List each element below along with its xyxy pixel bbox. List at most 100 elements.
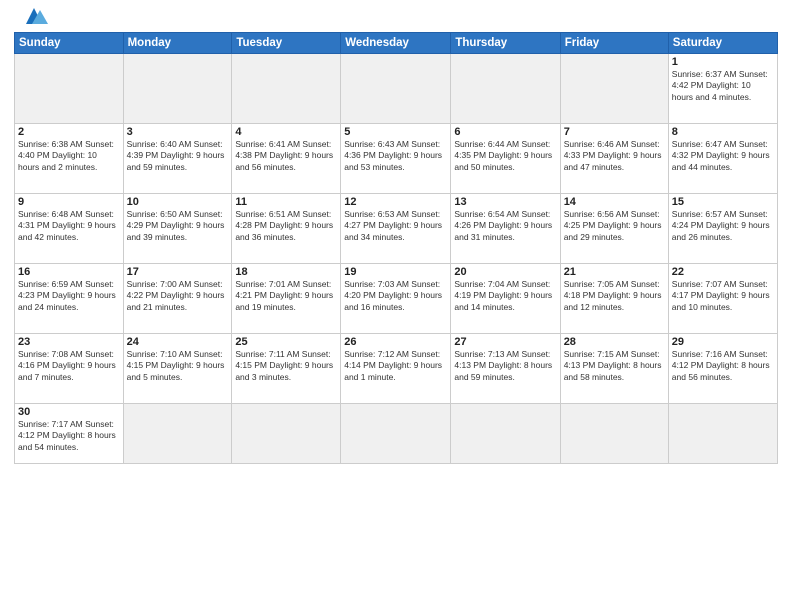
calendar-header-sunday: Sunday bbox=[15, 33, 124, 54]
day-number: 5 bbox=[344, 126, 447, 138]
calendar-week-row: 30Sunrise: 7:17 AM Sunset: 4:12 PM Dayli… bbox=[15, 404, 778, 464]
day-number: 25 bbox=[235, 336, 337, 348]
day-number: 30 bbox=[18, 406, 120, 418]
calendar-cell: 17Sunrise: 7:00 AM Sunset: 4:22 PM Dayli… bbox=[123, 264, 232, 334]
calendar-header-saturday: Saturday bbox=[668, 33, 777, 54]
calendar-week-row: 1Sunrise: 6:37 AM Sunset: 4:42 PM Daylig… bbox=[15, 54, 778, 124]
calendar: SundayMondayTuesdayWednesdayThursdayFrid… bbox=[14, 32, 778, 464]
calendar-cell: 8Sunrise: 6:47 AM Sunset: 4:32 PM Daylig… bbox=[668, 124, 777, 194]
day-number: 8 bbox=[672, 126, 774, 138]
day-info: Sunrise: 6:37 AM Sunset: 4:42 PM Dayligh… bbox=[672, 69, 774, 103]
day-number: 24 bbox=[127, 336, 229, 348]
day-info: Sunrise: 6:44 AM Sunset: 4:35 PM Dayligh… bbox=[454, 139, 556, 173]
day-info: Sunrise: 6:43 AM Sunset: 4:36 PM Dayligh… bbox=[344, 139, 447, 173]
calendar-cell bbox=[451, 404, 560, 464]
calendar-cell: 16Sunrise: 6:59 AM Sunset: 4:23 PM Dayli… bbox=[15, 264, 124, 334]
calendar-cell bbox=[668, 404, 777, 464]
calendar-header-row: SundayMondayTuesdayWednesdayThursdayFrid… bbox=[15, 33, 778, 54]
day-info: Sunrise: 7:16 AM Sunset: 4:12 PM Dayligh… bbox=[672, 349, 774, 383]
logo-icon bbox=[16, 6, 48, 26]
calendar-cell bbox=[341, 54, 451, 124]
day-info: Sunrise: 6:50 AM Sunset: 4:29 PM Dayligh… bbox=[127, 209, 229, 243]
day-number: 13 bbox=[454, 196, 556, 208]
day-info: Sunrise: 6:46 AM Sunset: 4:33 PM Dayligh… bbox=[564, 139, 665, 173]
calendar-cell bbox=[232, 54, 341, 124]
day-number: 27 bbox=[454, 336, 556, 348]
day-info: Sunrise: 7:00 AM Sunset: 4:22 PM Dayligh… bbox=[127, 279, 229, 313]
day-number: 3 bbox=[127, 126, 229, 138]
calendar-cell bbox=[560, 404, 668, 464]
day-number: 21 bbox=[564, 266, 665, 278]
calendar-week-row: 2Sunrise: 6:38 AM Sunset: 4:40 PM Daylig… bbox=[15, 124, 778, 194]
day-info: Sunrise: 6:57 AM Sunset: 4:24 PM Dayligh… bbox=[672, 209, 774, 243]
calendar-cell: 9Sunrise: 6:48 AM Sunset: 4:31 PM Daylig… bbox=[15, 194, 124, 264]
day-number: 2 bbox=[18, 126, 120, 138]
day-number: 19 bbox=[344, 266, 447, 278]
day-info: Sunrise: 6:41 AM Sunset: 4:38 PM Dayligh… bbox=[235, 139, 337, 173]
day-info: Sunrise: 6:40 AM Sunset: 4:39 PM Dayligh… bbox=[127, 139, 229, 173]
day-info: Sunrise: 7:08 AM Sunset: 4:16 PM Dayligh… bbox=[18, 349, 120, 383]
calendar-cell: 6Sunrise: 6:44 AM Sunset: 4:35 PM Daylig… bbox=[451, 124, 560, 194]
day-info: Sunrise: 6:56 AM Sunset: 4:25 PM Dayligh… bbox=[564, 209, 665, 243]
day-info: Sunrise: 7:03 AM Sunset: 4:20 PM Dayligh… bbox=[344, 279, 447, 313]
day-info: Sunrise: 6:54 AM Sunset: 4:26 PM Dayligh… bbox=[454, 209, 556, 243]
day-info: Sunrise: 6:48 AM Sunset: 4:31 PM Dayligh… bbox=[18, 209, 120, 243]
day-info: Sunrise: 7:11 AM Sunset: 4:15 PM Dayligh… bbox=[235, 349, 337, 383]
logo-area bbox=[14, 10, 48, 26]
day-info: Sunrise: 7:12 AM Sunset: 4:14 PM Dayligh… bbox=[344, 349, 447, 383]
day-number: 6 bbox=[454, 126, 556, 138]
day-number: 20 bbox=[454, 266, 556, 278]
day-number: 4 bbox=[235, 126, 337, 138]
calendar-week-row: 16Sunrise: 6:59 AM Sunset: 4:23 PM Dayli… bbox=[15, 264, 778, 334]
calendar-header-wednesday: Wednesday bbox=[341, 33, 451, 54]
calendar-header-thursday: Thursday bbox=[451, 33, 560, 54]
page: SundayMondayTuesdayWednesdayThursdayFrid… bbox=[0, 0, 792, 612]
calendar-cell: 30Sunrise: 7:17 AM Sunset: 4:12 PM Dayli… bbox=[15, 404, 124, 464]
calendar-cell: 22Sunrise: 7:07 AM Sunset: 4:17 PM Dayli… bbox=[668, 264, 777, 334]
calendar-cell: 19Sunrise: 7:03 AM Sunset: 4:20 PM Dayli… bbox=[341, 264, 451, 334]
day-info: Sunrise: 6:53 AM Sunset: 4:27 PM Dayligh… bbox=[344, 209, 447, 243]
calendar-cell: 12Sunrise: 6:53 AM Sunset: 4:27 PM Dayli… bbox=[341, 194, 451, 264]
day-number: 12 bbox=[344, 196, 447, 208]
calendar-header-monday: Monday bbox=[123, 33, 232, 54]
calendar-cell: 13Sunrise: 6:54 AM Sunset: 4:26 PM Dayli… bbox=[451, 194, 560, 264]
calendar-cell bbox=[451, 54, 560, 124]
day-info: Sunrise: 7:05 AM Sunset: 4:18 PM Dayligh… bbox=[564, 279, 665, 313]
calendar-cell bbox=[232, 404, 341, 464]
calendar-cell bbox=[123, 404, 232, 464]
day-info: Sunrise: 7:10 AM Sunset: 4:15 PM Dayligh… bbox=[127, 349, 229, 383]
day-number: 28 bbox=[564, 336, 665, 348]
day-info: Sunrise: 6:51 AM Sunset: 4:28 PM Dayligh… bbox=[235, 209, 337, 243]
calendar-cell: 27Sunrise: 7:13 AM Sunset: 4:13 PM Dayli… bbox=[451, 334, 560, 404]
calendar-cell: 1Sunrise: 6:37 AM Sunset: 4:42 PM Daylig… bbox=[668, 54, 777, 124]
calendar-week-row: 9Sunrise: 6:48 AM Sunset: 4:31 PM Daylig… bbox=[15, 194, 778, 264]
calendar-header-friday: Friday bbox=[560, 33, 668, 54]
calendar-cell: 23Sunrise: 7:08 AM Sunset: 4:16 PM Dayli… bbox=[15, 334, 124, 404]
calendar-cell bbox=[341, 404, 451, 464]
calendar-cell bbox=[560, 54, 668, 124]
day-number: 10 bbox=[127, 196, 229, 208]
calendar-cell: 11Sunrise: 6:51 AM Sunset: 4:28 PM Dayli… bbox=[232, 194, 341, 264]
calendar-cell: 14Sunrise: 6:56 AM Sunset: 4:25 PM Dayli… bbox=[560, 194, 668, 264]
day-info: Sunrise: 7:07 AM Sunset: 4:17 PM Dayligh… bbox=[672, 279, 774, 313]
day-info: Sunrise: 6:38 AM Sunset: 4:40 PM Dayligh… bbox=[18, 139, 120, 173]
calendar-cell bbox=[123, 54, 232, 124]
calendar-cell: 25Sunrise: 7:11 AM Sunset: 4:15 PM Dayli… bbox=[232, 334, 341, 404]
calendar-cell: 21Sunrise: 7:05 AM Sunset: 4:18 PM Dayli… bbox=[560, 264, 668, 334]
calendar-cell: 15Sunrise: 6:57 AM Sunset: 4:24 PM Dayli… bbox=[668, 194, 777, 264]
header bbox=[14, 10, 778, 26]
calendar-cell: 28Sunrise: 7:15 AM Sunset: 4:13 PM Dayli… bbox=[560, 334, 668, 404]
day-number: 26 bbox=[344, 336, 447, 348]
calendar-cell: 26Sunrise: 7:12 AM Sunset: 4:14 PM Dayli… bbox=[341, 334, 451, 404]
day-info: Sunrise: 7:01 AM Sunset: 4:21 PM Dayligh… bbox=[235, 279, 337, 313]
calendar-cell: 20Sunrise: 7:04 AM Sunset: 4:19 PM Dayli… bbox=[451, 264, 560, 334]
day-number: 15 bbox=[672, 196, 774, 208]
calendar-header-tuesday: Tuesday bbox=[232, 33, 341, 54]
day-number: 22 bbox=[672, 266, 774, 278]
calendar-cell: 2Sunrise: 6:38 AM Sunset: 4:40 PM Daylig… bbox=[15, 124, 124, 194]
day-number: 23 bbox=[18, 336, 120, 348]
day-info: Sunrise: 7:13 AM Sunset: 4:13 PM Dayligh… bbox=[454, 349, 556, 383]
day-info: Sunrise: 7:04 AM Sunset: 4:19 PM Dayligh… bbox=[454, 279, 556, 313]
day-info: Sunrise: 6:47 AM Sunset: 4:32 PM Dayligh… bbox=[672, 139, 774, 173]
day-number: 14 bbox=[564, 196, 665, 208]
